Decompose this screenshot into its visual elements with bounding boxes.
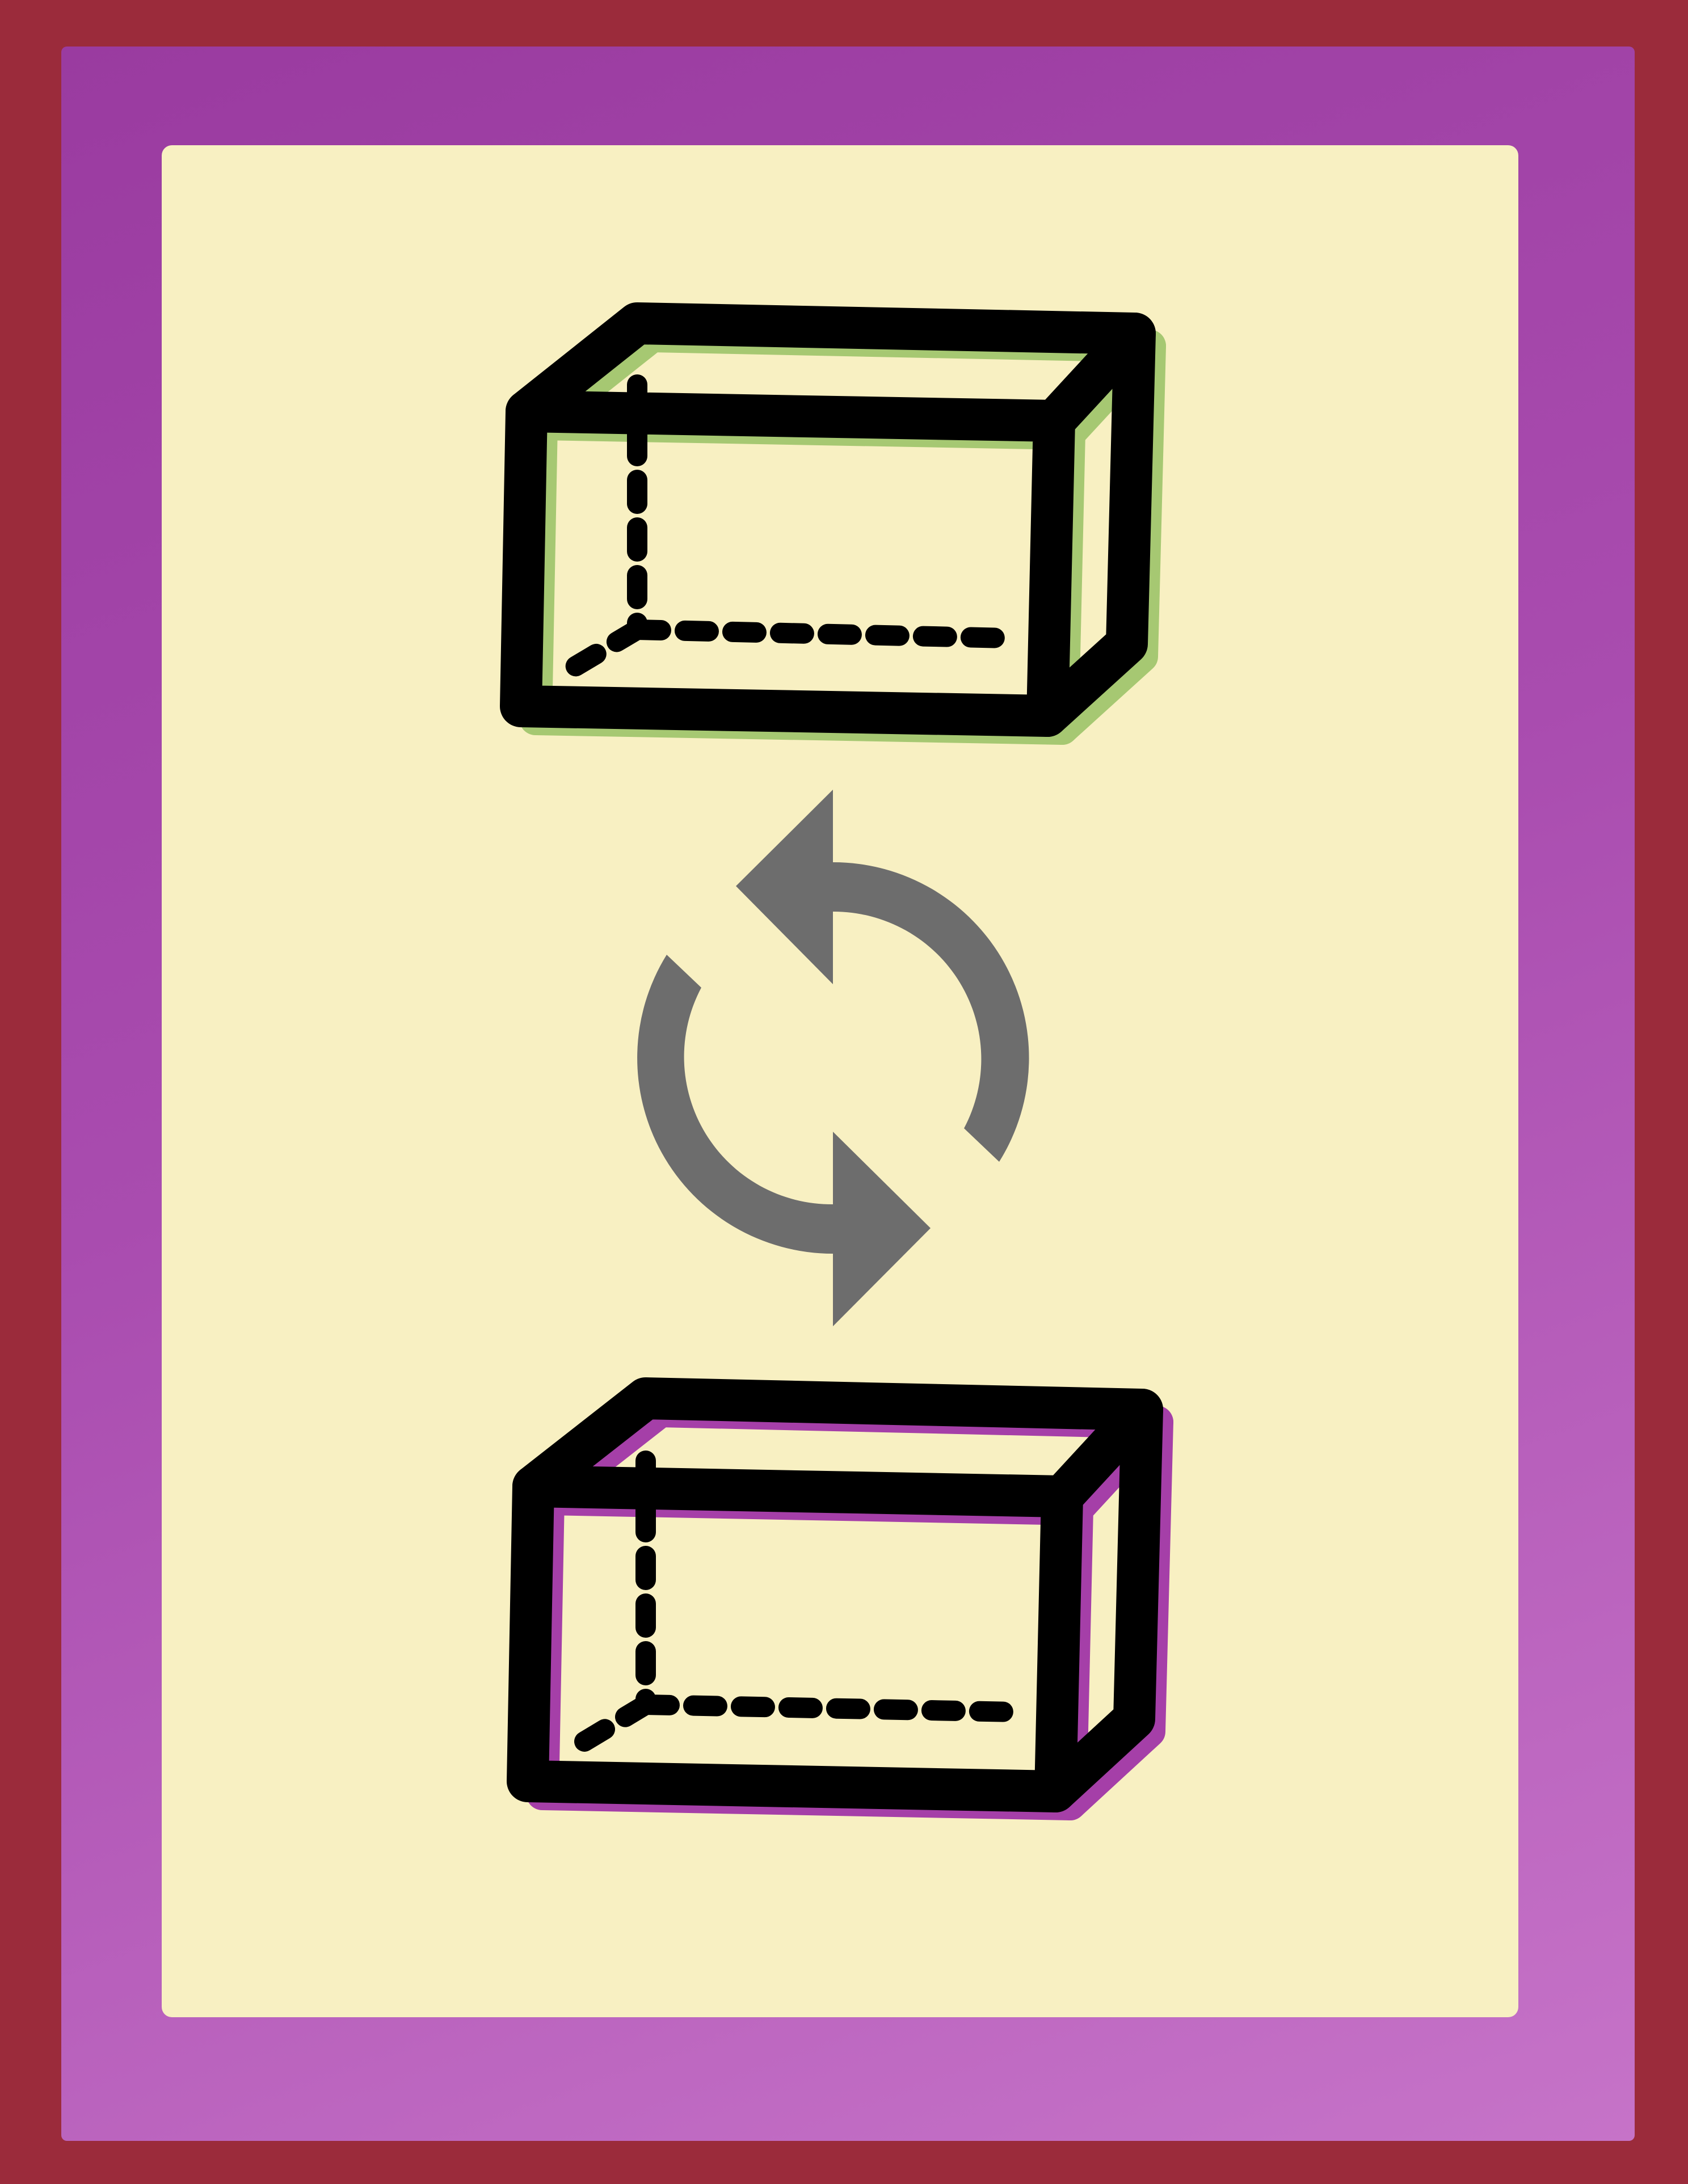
top-box-icon xyxy=(500,302,1166,745)
bottom-box-icon xyxy=(507,1377,1173,1820)
swap-arrow-upper-head xyxy=(736,790,833,984)
swap-arrows-icon xyxy=(637,790,1029,1326)
artwork xyxy=(500,302,1173,1820)
swap-arrow-lower-arc xyxy=(637,955,833,1254)
swap-arrow-upper-arc xyxy=(833,862,1029,1162)
swap-arrow-lower-head xyxy=(833,1132,931,1326)
